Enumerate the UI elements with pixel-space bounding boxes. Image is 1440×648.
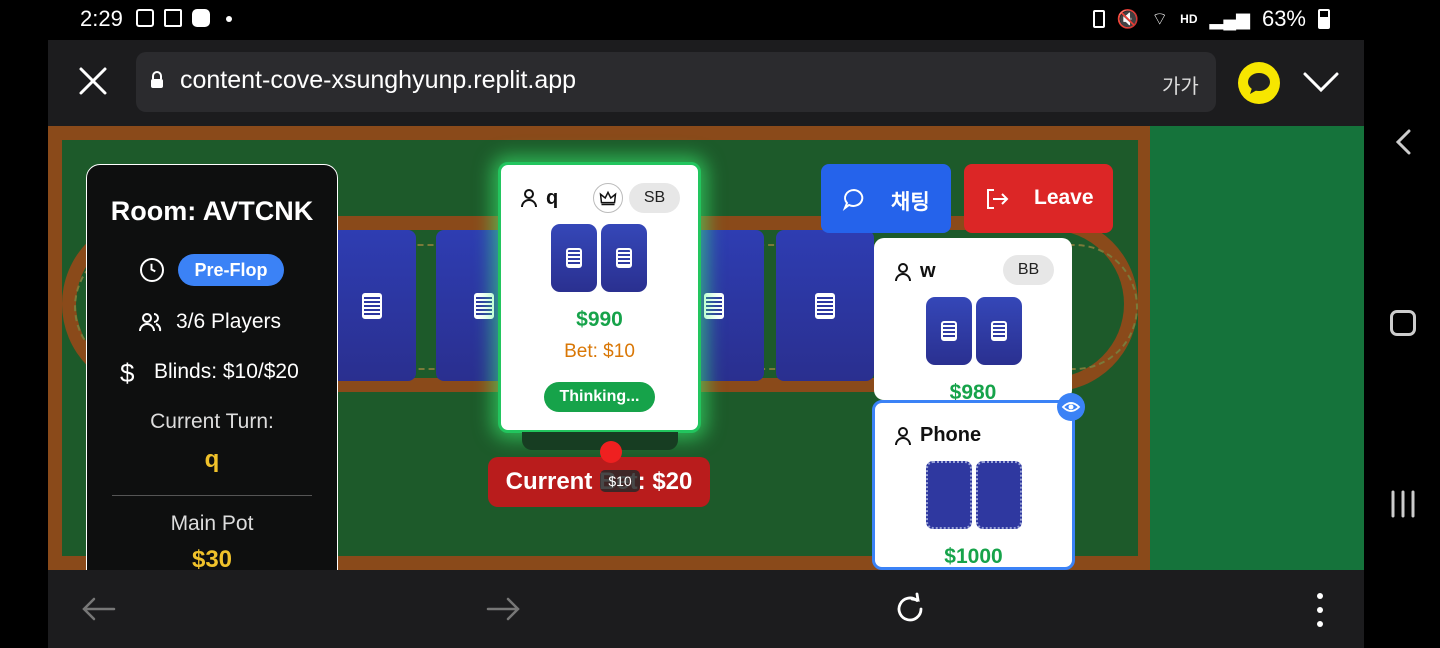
nav-back-icon[interactable]	[1392, 128, 1414, 156]
chat-button-label: 채팅	[891, 191, 930, 214]
player-status-badge: Thinking...	[544, 382, 655, 412]
player-name: w	[920, 260, 936, 282]
ad-block-icon	[192, 9, 210, 27]
more-menu-icon[interactable]	[1314, 592, 1326, 628]
reload-icon[interactable]	[893, 592, 927, 626]
community-card	[776, 230, 874, 381]
hd-voice-icon: HD	[1180, 12, 1198, 26]
dealer-chip	[600, 441, 622, 463]
hole-card	[551, 224, 597, 292]
users-icon	[139, 313, 162, 332]
battery-saver-icon	[1092, 10, 1105, 28]
user-icon	[521, 189, 537, 208]
back-arrow-icon[interactable]	[80, 596, 116, 622]
chat-icon	[842, 188, 864, 211]
status-time: 2:29	[80, 6, 123, 31]
screen-edge	[0, 0, 48, 40]
player-name: Phone	[920, 424, 982, 446]
chat-button[interactable]: 채팅	[821, 164, 951, 233]
player-stack: $990	[576, 308, 623, 331]
players-count: 3/6 Players	[176, 310, 282, 333]
forward-arrow-icon[interactable]	[486, 596, 522, 622]
logout-icon	[987, 189, 1009, 209]
hole-card	[976, 297, 1022, 365]
leave-button[interactable]: Leave	[964, 164, 1113, 233]
sb-badge: SB	[629, 183, 680, 213]
crown-icon	[593, 183, 623, 213]
battery-text: 63%	[1261, 6, 1306, 31]
chevron-down-icon[interactable]	[1302, 68, 1340, 96]
hole-card	[976, 461, 1022, 529]
user-icon	[895, 427, 911, 446]
eye-icon[interactable]	[1057, 393, 1085, 421]
community-card	[328, 230, 416, 381]
room-title: Room: AVTCNK	[110, 196, 314, 226]
current-bet-banner: Current Bet: $20	[488, 457, 710, 507]
leave-button-label: Leave	[1034, 186, 1094, 209]
nav-home-icon[interactable]	[1390, 310, 1416, 336]
text-size-button[interactable]: 가가	[1162, 70, 1199, 99]
player-bet: Bet: $10	[564, 341, 635, 362]
gallery-icon	[136, 9, 154, 27]
main-pot-label: Main Pot	[170, 512, 254, 535]
blinds-text: Blinds: $10/$20	[154, 360, 299, 383]
clock-icon	[140, 258, 164, 282]
signal-icon: ▂▄▆	[1209, 8, 1250, 29]
wifi-icon: ⌔	[1151, 8, 1169, 29]
player-stack: $1000	[944, 545, 1003, 568]
hole-card	[926, 297, 972, 365]
gmail-icon	[164, 9, 182, 27]
current-turn-label: Current Turn:	[150, 410, 274, 433]
nav-recent-icon[interactable]	[1388, 490, 1418, 518]
current-turn-value: q	[204, 446, 220, 473]
hole-card	[601, 224, 647, 292]
battery-icon	[1318, 9, 1330, 29]
close-icon[interactable]	[78, 66, 108, 96]
kakao-talk-icon[interactable]	[1238, 62, 1280, 104]
user-icon	[895, 263, 911, 282]
bb-badge: BB	[1003, 255, 1054, 285]
browser-bottom-bar	[48, 570, 1364, 648]
phase-badge: Pre-Flop	[178, 254, 284, 286]
chip-amount: $10	[600, 470, 640, 492]
dollar-icon: $	[120, 358, 135, 388]
url-text[interactable]: content-cove-xsunghyunp.replit.app	[180, 66, 576, 95]
mute-icon: 🔇	[1116, 8, 1140, 29]
status-right-group: 🔇 ⌔ HD ▂▄▆ 63%	[1092, 6, 1330, 32]
divider	[112, 495, 312, 496]
notification-dot	[226, 16, 232, 22]
player-name: q	[546, 187, 559, 209]
lock-icon	[151, 71, 163, 88]
hole-card	[926, 461, 972, 529]
